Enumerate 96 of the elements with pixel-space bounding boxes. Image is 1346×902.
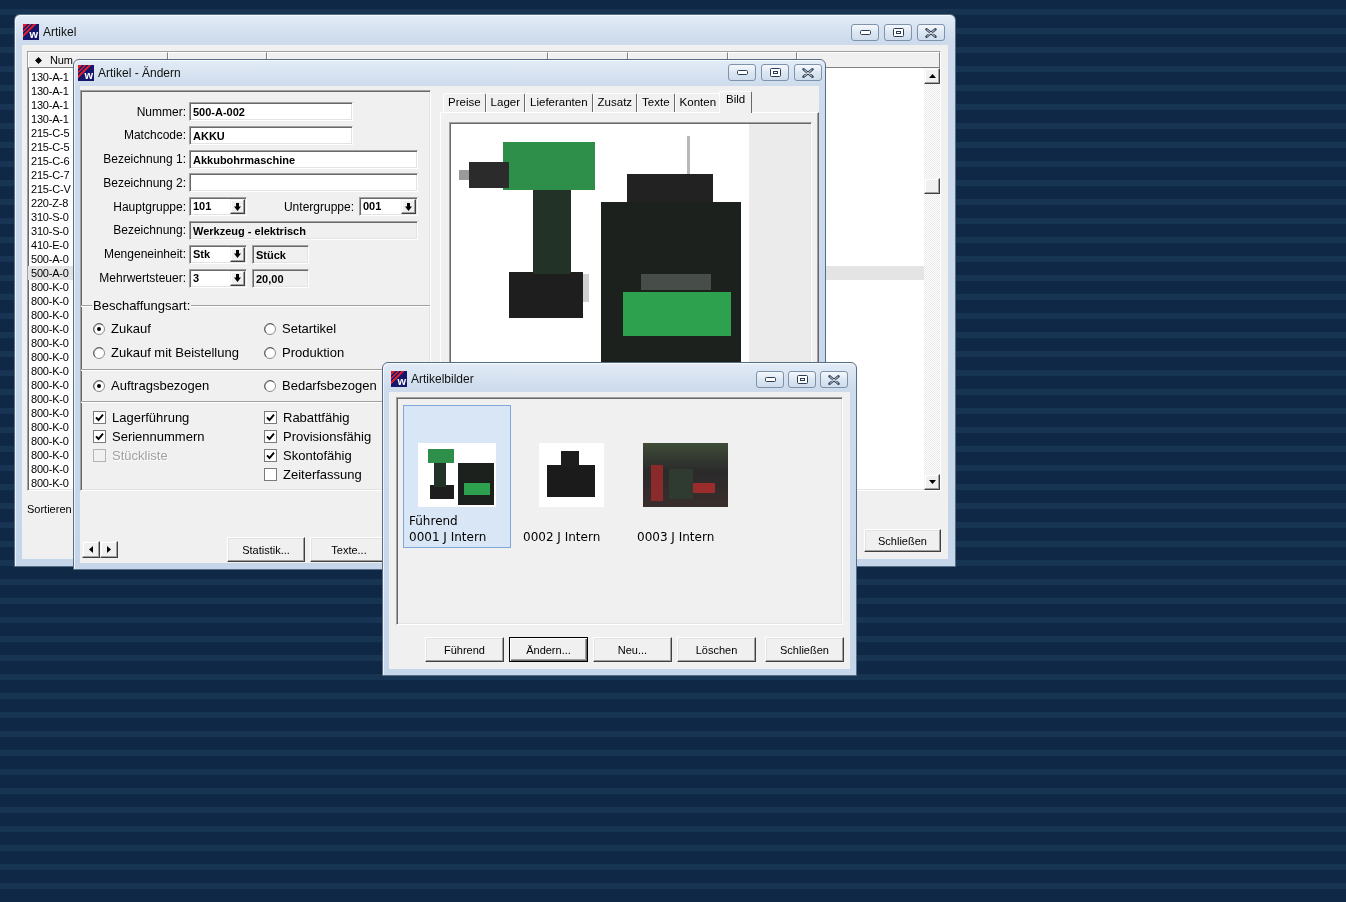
close-button[interactable]: Schließen [864,529,941,552]
maximize-icon [892,28,904,37]
action-button[interactable]: Neu... [593,637,672,662]
tab[interactable]: Bild [719,91,753,113]
scroll-down-button[interactable] [924,474,940,490]
input-field[interactable] [189,173,418,193]
tab[interactable]: Lager [485,93,526,112]
checkbox[interactable]: Provisionsfähig [264,427,372,446]
window-close-button[interactable] [917,24,945,41]
down-arrow-icon [234,274,241,283]
tab[interactable]: Lieferanten [525,93,593,112]
field-label: Nummer: [136,104,186,119]
radio-button[interactable]: Auftragsbezogen [93,375,210,396]
dropdown-field[interactable]: 001 [359,197,418,217]
maximize-button[interactable] [788,371,816,388]
checkbox[interactable]: Rabattfähig [264,408,350,427]
action-button[interactable]: Führend [425,637,504,662]
tab[interactable]: Preise [443,93,486,112]
checkbox[interactable]: Lagerführung [93,408,190,427]
dropdown-field[interactable]: Stk [189,244,247,264]
dropdown-field[interactable]: 101 [189,197,247,217]
left-triangle-icon [89,546,93,553]
window-title: Artikel [43,24,77,39]
radio-button[interactable]: Bedarfsbezogen [264,375,377,396]
action-button[interactable]: Ändern... [509,637,588,662]
scrollbar-thumb[interactable] [924,178,940,194]
action-button[interactable]: Statistik... [227,537,305,562]
dropdown-button[interactable] [230,246,245,262]
close-icon [802,67,814,78]
image-caption: 0002 J Intern [523,529,601,545]
field-label: Hauptgruppe: [113,199,186,214]
app-logo: w [78,65,94,81]
image-item[interactable]: 0003 J Intern [631,405,739,548]
checkbox[interactable]: Skontofähig [264,446,352,465]
maximize-icon [769,68,781,77]
down-arrow-icon [234,202,241,211]
maximize-button[interactable] [761,64,789,81]
down-triangle-icon [928,480,936,484]
maximize-icon [796,375,808,384]
minimize-icon [736,70,748,75]
right-triangle-icon [107,546,111,553]
input-field[interactable]: 500-A-002 [189,102,353,121]
minimize-icon [859,30,871,35]
checkbox[interactable]: Seriennummern [93,427,205,446]
dropdown-button[interactable] [230,270,245,286]
radio-button[interactable]: Zukauf [93,318,151,339]
close-icon [925,27,937,38]
window-title: Artikel - Ändern [98,66,181,80]
minimize-button[interactable] [728,64,756,81]
minimize-icon [764,377,776,382]
window-title: Artikelbilder [411,372,474,386]
radio-button[interactable]: Produktion [264,342,345,363]
app-logo: w [391,371,407,387]
maximize-button[interactable] [884,24,912,41]
field-label: Matchcode: [123,128,186,143]
radio-button[interactable]: Zukauf mit Beistellung [93,342,239,363]
image-item[interactable]: Führend 0001 J Intern [403,405,511,548]
image-caption: 0001 J Intern [409,529,487,545]
dropdown-button[interactable] [401,199,416,215]
image-tag: Führend [409,513,458,529]
next-button[interactable] [100,541,118,558]
readonly-field: Werkzeug - elektrisch [189,221,418,240]
readonly-field: Stück [252,244,309,264]
field-label: Bezeichnung 2: [103,175,186,190]
image-item[interactable]: 0002 J Intern [517,405,625,548]
minimize-button[interactable] [851,24,879,41]
action-button[interactable]: Schließen [765,637,844,662]
minimize-button[interactable] [756,371,784,388]
field-label: Bezeichnung 1: [103,152,186,167]
window-close-button[interactable] [820,371,848,388]
action-button[interactable]: Löschen [677,637,756,662]
up-triangle-icon [928,74,936,78]
field-label: Bezeichnung: [113,223,186,238]
tab[interactable]: Konten [674,93,722,112]
previous-button[interactable] [82,541,100,558]
dropdown-field[interactable]: 3 [189,268,247,288]
input-field[interactable]: Akkubohrmaschine [189,149,418,169]
close-icon [828,374,840,385]
field-label: Mehrwertsteuer: [99,271,186,286]
window-close-button[interactable] [794,64,822,81]
sort-label: Sortieren [27,503,72,515]
down-arrow-icon [234,250,241,259]
checkbox[interactable]: Zeiterfassung [264,465,362,484]
image-caption: 0003 J Intern [637,529,715,545]
dropdown-button[interactable] [230,199,245,215]
field-label: Mengeneinheit: [103,247,186,262]
down-arrow-icon [405,202,412,211]
group-label: Beschaffungsart: [93,298,191,314]
scroll-up-button[interactable] [924,68,940,84]
tab[interactable]: Zusatz [592,93,638,112]
readonly-field: 20,00 [252,268,309,288]
field-label: Untergruppe: [282,199,354,214]
app-logo: w [23,23,39,40]
input-field[interactable]: AKKU [189,125,353,145]
radio-button[interactable]: Setartikel [264,318,337,339]
tab[interactable]: Texte [637,93,675,112]
